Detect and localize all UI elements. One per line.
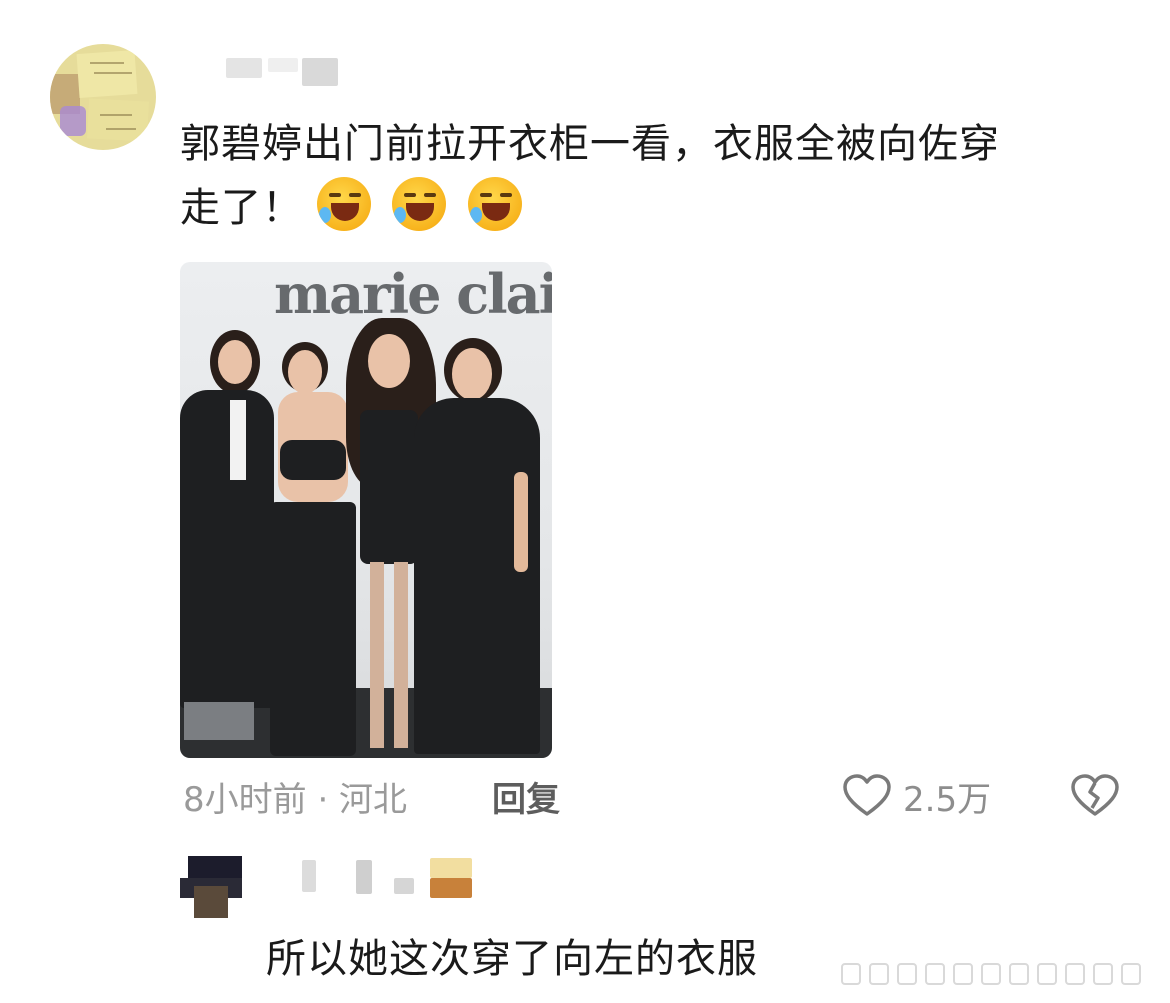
- comment-text: 郭碧婷出门前拉开衣柜一看，衣服全被向佐穿 走了！: [180, 112, 1100, 240]
- face-with-tears-of-joy-icon: [468, 177, 523, 231]
- face-with-tears-of-joy-icon: [392, 177, 447, 231]
- avatar-bg-shape: [60, 106, 86, 136]
- comment-text-line2-text: 走了！: [180, 185, 303, 231]
- broken-heart-icon[interactable]: [1070, 774, 1120, 818]
- avatar-scribble: [90, 62, 124, 64]
- face-with-tears-of-joy-icon: [316, 177, 371, 231]
- comment-meta: 8小时前 · 河北: [183, 780, 408, 820]
- avatar-note: [76, 50, 138, 98]
- reply-button[interactable]: 回复: [492, 772, 560, 821]
- comment-text-line2: 走了！: [180, 176, 1100, 240]
- photo-brand-text: marie clai: [274, 262, 552, 326]
- reply-user-avatar[interactable]: [180, 856, 242, 918]
- avatar-note: [86, 98, 150, 142]
- avatar-scribble: [94, 72, 132, 74]
- user-avatar[interactable]: [50, 44, 156, 150]
- avatar-scribble: [106, 128, 136, 130]
- heart-icon[interactable]: [842, 774, 892, 818]
- reply-text: 所以她这次穿了向左的衣服: [266, 936, 758, 982]
- more-ellipsis-icon: [820, 958, 1170, 988]
- avatar-scribble: [100, 114, 132, 116]
- comment-photo[interactable]: marie clai: [180, 262, 552, 758]
- comment-text-line1: 郭碧婷出门前拉开衣柜一看，衣服全被向佐穿: [180, 121, 1000, 167]
- like-count: 2.5万: [903, 780, 992, 820]
